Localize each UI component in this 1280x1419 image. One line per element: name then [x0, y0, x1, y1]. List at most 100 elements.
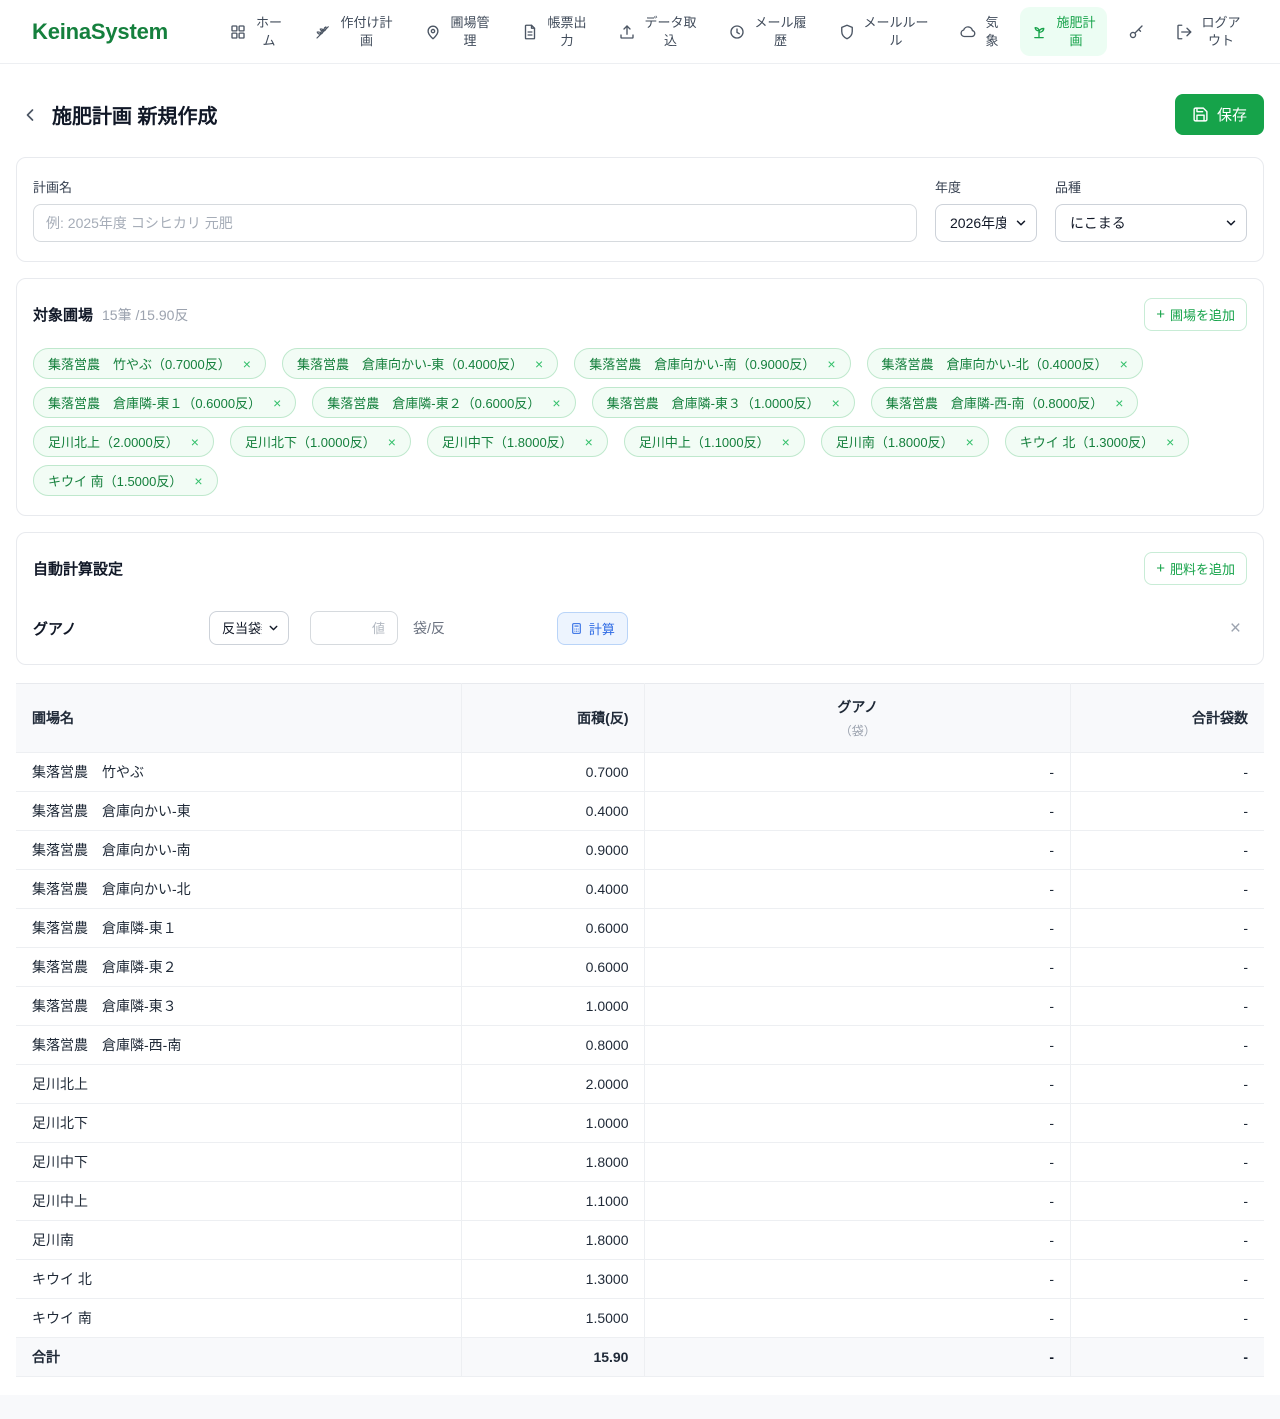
field-tag-label: 集落営農 倉庫隣-東３（1.0000反） [606, 396, 820, 411]
cell-name: 集落営農 倉庫向かい-北 [16, 869, 462, 909]
cell-total: - [1070, 1220, 1264, 1260]
cell-fert: - [644, 986, 1071, 1026]
remove-tag-icon[interactable]: × [1166, 435, 1174, 449]
calc-mode-select[interactable]: 反当袋数 [209, 611, 289, 645]
nav-item-home[interactable]: ホーム [219, 7, 294, 56]
nav-item-report-output[interactable]: 帳票出力 [511, 7, 598, 56]
cell-area: 1.8000 [461, 1142, 645, 1182]
sprout-icon [1030, 23, 1048, 41]
cell-name: 集落営農 倉庫隣-東１ [16, 908, 462, 948]
grid-icon [229, 23, 247, 41]
table-header-row: 圃場名 面積(反) グアノ （袋） 合計袋数 [16, 683, 1264, 753]
col-header-fertilizer-unit: （袋） [839, 724, 876, 738]
calc-value-input[interactable] [310, 611, 398, 645]
nav-item-label: ホーム [255, 14, 282, 48]
remove-tag-icon[interactable]: × [966, 435, 974, 449]
table-row: 集落営農 倉庫向かい-東 0.4000- - [16, 791, 1264, 831]
table-row: 集落営農 倉庫向かい-北 0.4000- - [16, 869, 1264, 909]
cell-total: - [1070, 1337, 1264, 1377]
table-row: 集落営農 倉庫隣-東２ 0.6000- - [16, 947, 1264, 987]
map-pin-icon [424, 23, 442, 41]
year-select[interactable]: 2026年度 [935, 204, 1037, 242]
remove-fertilizer-icon[interactable]: × [1224, 617, 1247, 640]
cell-area: 0.8000 [461, 1025, 645, 1065]
year-label: 年度 [935, 180, 962, 195]
add-field-button[interactable]: + 圃場を追加 [1144, 298, 1247, 331]
calculate-button[interactable]: 計算 [556, 611, 628, 645]
cell-area: 1.0000 [461, 986, 645, 1026]
remove-tag-icon[interactable]: × [243, 357, 251, 371]
remove-tag-icon[interactable]: × [782, 435, 790, 449]
cell-fert: - [644, 1103, 1071, 1143]
cell-fert: - [644, 1181, 1071, 1221]
variety-select[interactable]: にこまる [1055, 204, 1247, 242]
nav-item-mail-history[interactable]: メール履歴 [718, 7, 818, 56]
history-icon [728, 23, 746, 41]
add-field-label: 圃場を追加 [1169, 308, 1235, 323]
nav-item-data-import[interactable]: データ取込 [608, 7, 708, 56]
field-tag: キウイ 北（1.3000反） × [1004, 426, 1190, 457]
cell-name: キウイ 南 [16, 1298, 462, 1338]
plus-icon: + [1156, 560, 1165, 577]
page-title: 施肥計画 新規作成 [52, 106, 218, 128]
field-tag: 集落営農 倉庫向かい-東（0.4000反） × [281, 348, 559, 379]
remove-tag-icon[interactable]: × [273, 396, 281, 410]
cell-area: 1.0000 [461, 1103, 645, 1143]
save-button[interactable]: 保存 [1174, 94, 1264, 135]
add-fertilizer-button[interactable]: + 肥料を追加 [1144, 552, 1247, 585]
cell-name: 集落営農 竹やぶ [16, 752, 462, 792]
nav-item-fertilization-plan[interactable]: 施肥計画 [1020, 6, 1107, 57]
cell-total: - [1070, 1259, 1264, 1299]
back-button[interactable] [16, 101, 44, 129]
cell-name: 足川中下 [16, 1142, 462, 1182]
nav-item-label: 施肥計画 [1056, 14, 1096, 48]
remove-tag-icon[interactable]: × [388, 435, 396, 449]
nav-item-label: ログアウト [1201, 14, 1241, 48]
remove-tag-icon[interactable]: × [194, 474, 202, 488]
table-row: 集落営農 倉庫隣-東３ 1.0000- - [16, 986, 1264, 1026]
nav-item-label: 気象 [985, 14, 999, 48]
variety-label: 品種 [1055, 180, 1082, 195]
cell-area: 15.90 [461, 1337, 645, 1377]
remove-tag-icon[interactable]: × [535, 357, 543, 371]
brand-logo[interactable]: KeinaSystem [32, 19, 168, 45]
field-tag: 集落営農 倉庫隣-東１（0.6000反） × [33, 387, 297, 418]
nav-item-weather[interactable]: 気象 [949, 7, 1010, 56]
table-row: 集落営農 倉庫隣-西-南 0.8000- - [16, 1025, 1264, 1065]
save-button-label: 保存 [1216, 107, 1247, 124]
table-row: キウイ 南 1.5000- - [16, 1298, 1264, 1338]
cell-name: 集落営農 倉庫隣-東３ [16, 986, 462, 1026]
nav-item-logout[interactable]: ログアウト [1165, 7, 1252, 56]
calculate-label: 計算 [588, 621, 615, 637]
target-fields-title: 対象圃場 [33, 307, 94, 324]
top-navigation: KeinaSystem ホーム 作付け計画 圃場管理 帳票出力 データ取込 メール履歴 メー… [0, 0, 1280, 64]
nav-item-field-management[interactable]: 圃場管理 [414, 7, 501, 56]
remove-tag-icon[interactable]: × [1115, 396, 1123, 410]
target-fields-summary: 15筆 /15.90反 [102, 306, 189, 323]
remove-tag-icon[interactable]: × [827, 357, 835, 371]
key-icon [1127, 23, 1145, 41]
cell-name: 足川南 [16, 1220, 462, 1260]
field-tag-label: 集落営農 倉庫向かい-南（0.9000反） [589, 357, 816, 372]
field-tag-label: 集落営農 倉庫隣-東１（0.6000反） [48, 396, 262, 411]
nav-menu: ホーム 作付け計画 圃場管理 帳票出力 データ取込 メール履歴 メールルール 気象 施肥計画 ログ… [219, 6, 1252, 57]
cell-total: - [1070, 1142, 1264, 1182]
remove-tag-icon[interactable]: × [191, 435, 199, 449]
remove-tag-icon[interactable]: × [832, 396, 840, 410]
table-row: 足川中上 1.1000- - [16, 1181, 1264, 1221]
cell-total: - [1070, 908, 1264, 948]
save-icon [1192, 106, 1209, 123]
field-tag-label: 集落営農 竹やぶ（0.7000反） [48, 357, 231, 372]
nav-item-key[interactable] [1117, 16, 1155, 48]
remove-tag-icon[interactable]: × [585, 435, 593, 449]
remove-tag-icon[interactable]: × [552, 396, 560, 410]
field-tag-list: 集落営農 竹やぶ（0.7000反） × 集落営農 倉庫向かい-東（0.4000反） ×… [33, 348, 1247, 496]
remove-tag-icon[interactable]: × [1120, 357, 1128, 371]
cell-total: - [1070, 1064, 1264, 1104]
calc-unit-label: 袋/反 [413, 620, 445, 636]
nav-item-planting-plan[interactable]: 作付け計画 [304, 7, 404, 56]
col-header-field: 圃場名 [16, 683, 462, 753]
field-tag-label: 足川中上（1.1000反） [638, 435, 770, 450]
nav-item-mail-rules[interactable]: メールルール [828, 7, 939, 56]
plan-name-input[interactable] [33, 204, 917, 242]
